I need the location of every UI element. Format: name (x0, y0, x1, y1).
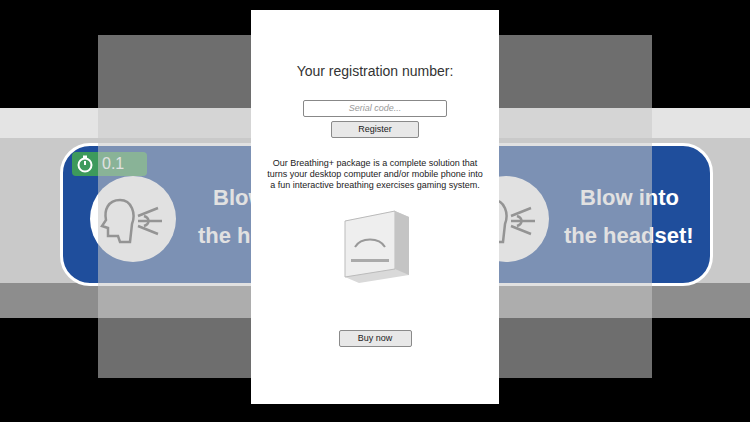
buy-now-button[interactable]: Buy now (339, 330, 412, 347)
product-box-image (339, 207, 411, 285)
registration-dialog: Your registration number: Register Our B… (251, 10, 499, 404)
dialog-title: Your registration number: (297, 62, 454, 80)
description-text: Our Breathing+ package is a complete sol… (264, 158, 486, 191)
register-button[interactable]: Register (331, 121, 419, 138)
serial-input[interactable] (303, 100, 447, 117)
game-screen: Blow the he 0.1 Blow into the headset! Y… (0, 0, 750, 422)
stopwatch-icon (76, 155, 94, 173)
